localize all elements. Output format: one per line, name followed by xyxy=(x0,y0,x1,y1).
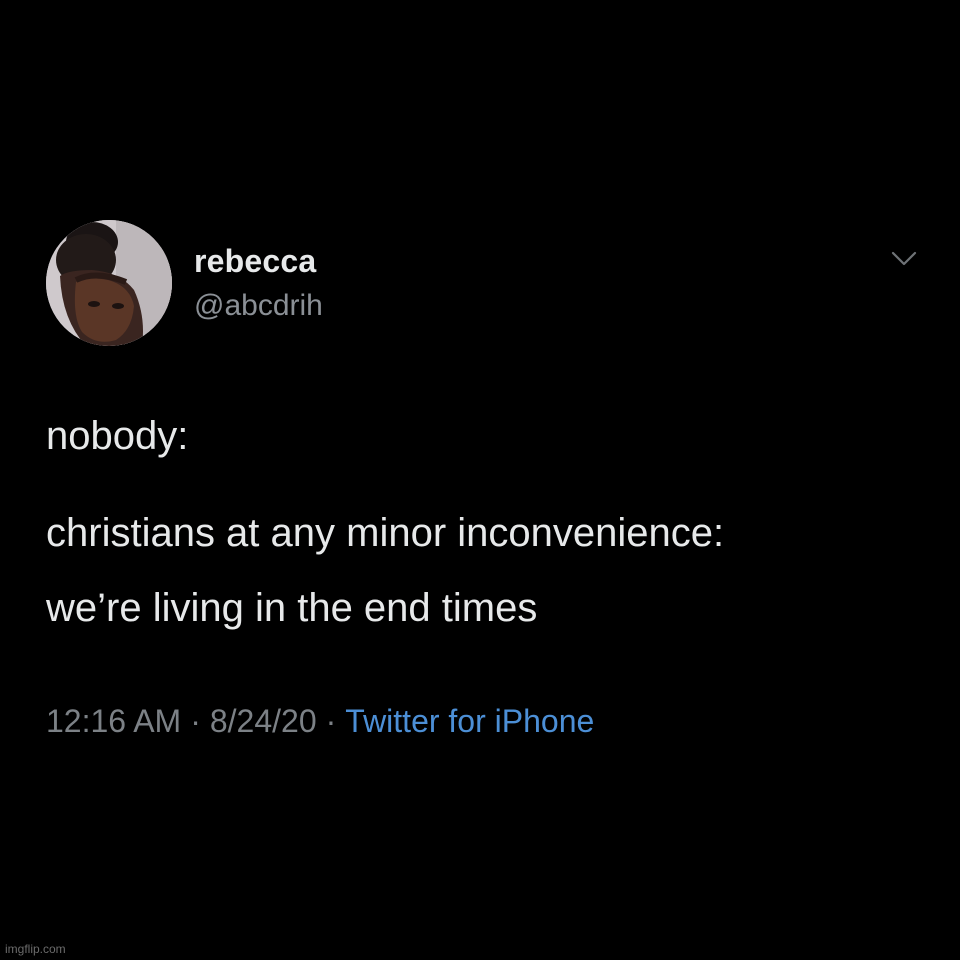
tweet-card: rebecca @abcdrih nobody: christians at a… xyxy=(0,0,960,960)
author-display-name[interactable]: rebecca xyxy=(194,243,316,280)
profile-photo-icon xyxy=(46,220,172,346)
tweet-time[interactable]: 12:16 AM xyxy=(46,703,181,739)
avatar[interactable] xyxy=(46,220,172,346)
tweet-metadata: 12:16 AM · 8/24/20 · Twitter for iPhone xyxy=(46,703,594,740)
tweet-text-line: nobody: xyxy=(46,414,189,458)
watermark: imgflip.com xyxy=(5,942,66,956)
tweet-date[interactable]: 8/24/20 xyxy=(210,703,317,739)
tweet-source-link[interactable]: Twitter for iPhone xyxy=(345,703,594,739)
tweet-text-line: we’re living in the end times xyxy=(46,586,538,630)
author-handle[interactable]: @abcdrih xyxy=(194,289,323,323)
meta-separator: · xyxy=(190,703,201,739)
chevron-down-icon[interactable] xyxy=(888,248,920,270)
tweet-text-line: christians at any minor inconvenience: xyxy=(46,511,725,555)
meta-separator: · xyxy=(325,703,337,739)
